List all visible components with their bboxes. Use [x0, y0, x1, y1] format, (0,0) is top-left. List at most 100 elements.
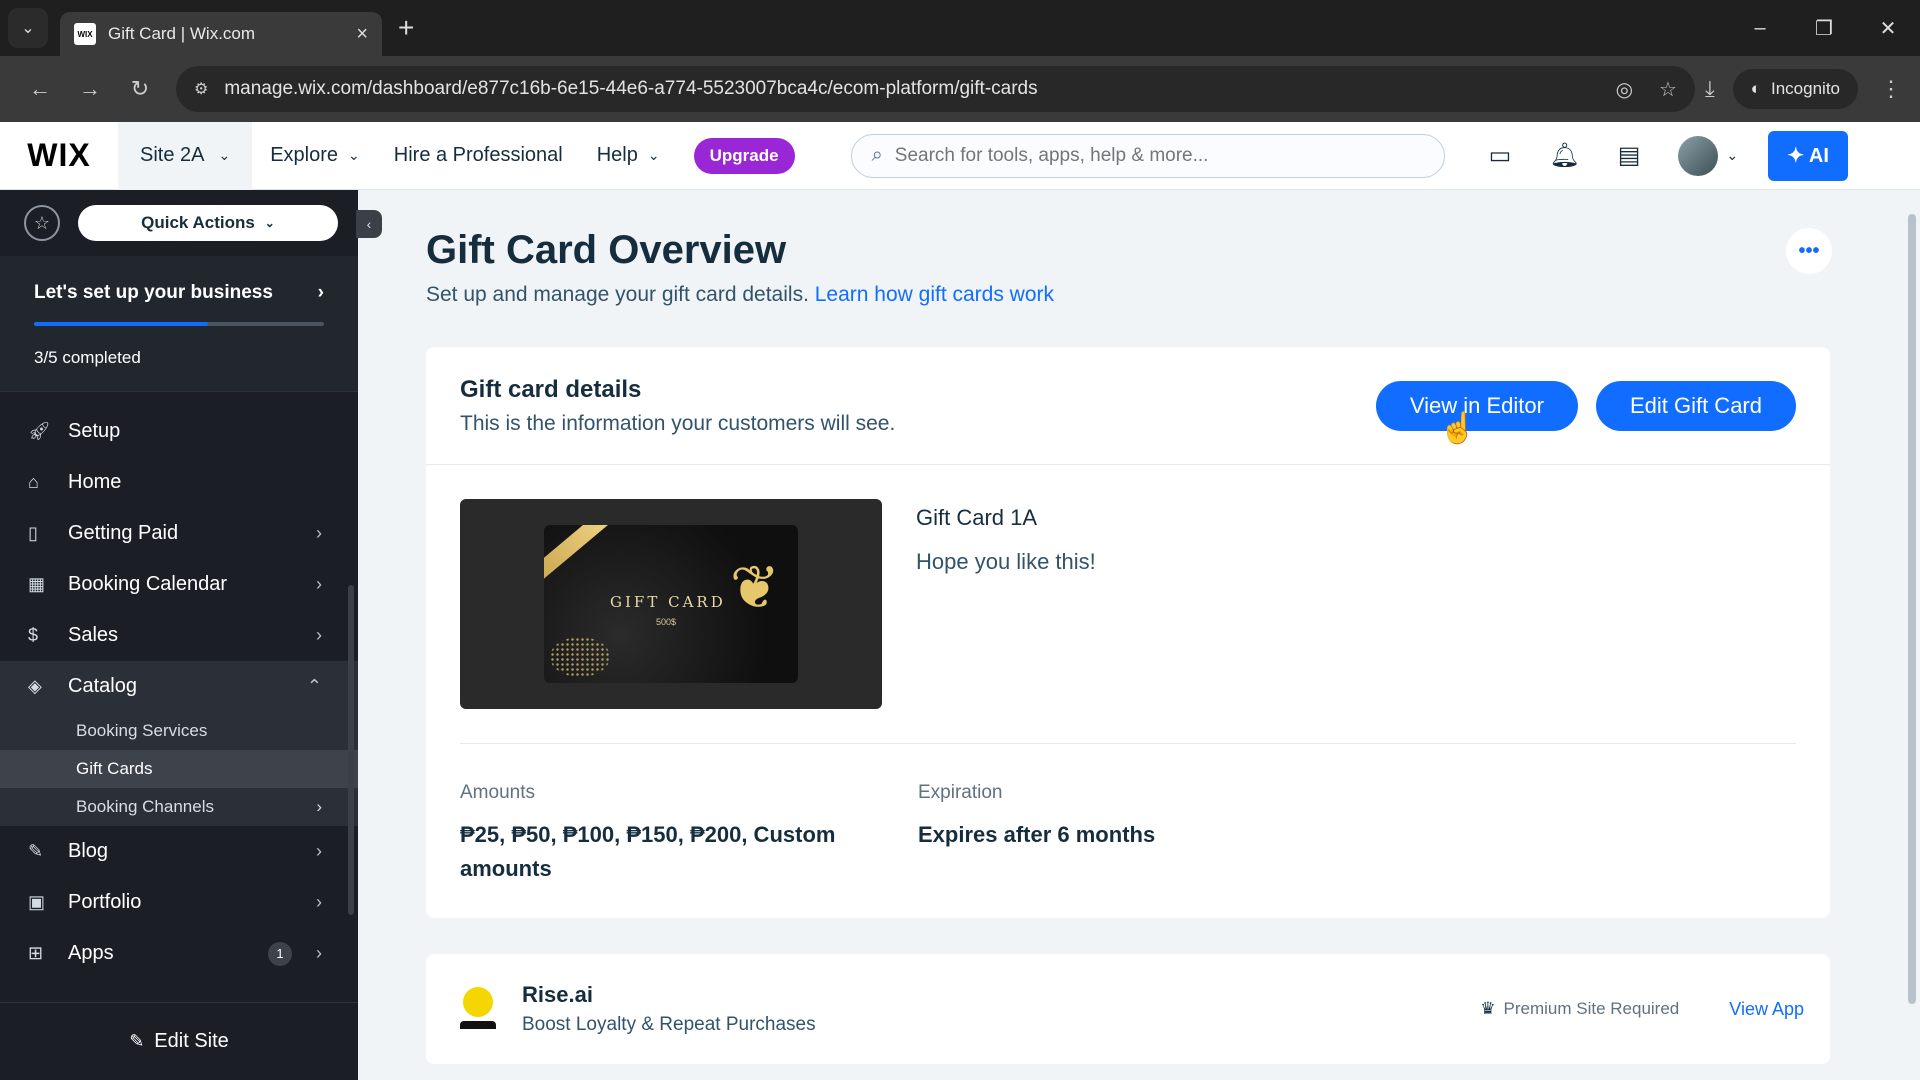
close-window-icon[interactable]: ✕: [1856, 16, 1920, 41]
amounts-label: Amounts: [460, 782, 535, 803]
expiration-label: Expiration: [918, 782, 1003, 803]
edit-gift-card-button[interactable]: Edit Gift Card: [1595, 380, 1796, 431]
sidebar-item-blog[interactable]: ✎ Blog ›: [0, 826, 358, 877]
app-promo-card: Rise.ai Boost Loyalty & Repeat Purchases…: [426, 954, 1830, 1064]
sidebar-item-home[interactable]: ⌂ Home: [0, 457, 358, 508]
sidebar-item-catalog[interactable]: ◈ Catalog ⌃: [0, 661, 358, 712]
quick-actions-label: Quick Actions: [141, 213, 255, 232]
sidebar: ☆ Quick Actions ⌄ ‹ Let's set up your bu…: [0, 190, 382, 1080]
sidebar-subitem-label: Booking Channels: [76, 797, 214, 816]
chevron-down-icon[interactable]: ⌄: [1726, 147, 1738, 164]
incognito-indicator[interactable]: ◐ Incognito: [1732, 69, 1858, 109]
upgrade-button[interactable]: Upgrade: [693, 137, 795, 174]
browser-menu-icon[interactable]: ⋮: [1880, 76, 1902, 102]
gift-card-preview: GIFT CARD 500$ ❦: [544, 525, 798, 683]
sidebar-item-booking-calendar[interactable]: ▦ Booking Calendar ›: [0, 559, 358, 610]
nav-hire-label: Hire a Professional: [393, 144, 563, 166]
chevron-down-icon: ⌄: [218, 147, 231, 163]
chevron-right-icon: ›: [316, 523, 322, 543]
pen-nib-icon: ✎: [28, 841, 44, 861]
learn-gift-cards-link[interactable]: Learn how gift cards work: [815, 283, 1054, 306]
restore-icon[interactable]: ❐: [1792, 16, 1856, 41]
gift-card-image: GIFT CARD 500$ ❦: [460, 499, 882, 709]
news-feed-icon[interactable]: ▤: [1618, 141, 1641, 170]
progress-fill: [34, 322, 208, 326]
rocket-icon: 🚀︎: [28, 421, 51, 441]
rise-ai-horizon: [460, 1021, 496, 1029]
chevron-right-icon: ›: [316, 841, 322, 861]
quick-actions-button[interactable]: Quick Actions ⌄: [78, 205, 338, 241]
ai-assistant-button[interactable]: ✦ AI: [1768, 130, 1849, 181]
setup-progress-block[interactable]: Let's set up your business › 3/5 complet…: [0, 256, 358, 392]
nav-explore[interactable]: Explore ⌄: [270, 144, 360, 167]
site-info-icon[interactable]: ⚙: [194, 79, 208, 99]
edit-site-button[interactable]: ✎ Edit Site: [0, 1002, 358, 1080]
sidebar-item-sales[interactable]: $ Sales ›: [0, 610, 358, 661]
wix-favicon-icon: WIX: [74, 23, 96, 45]
sidebar-scrollbar[interactable]: [348, 585, 354, 915]
browser-tab-strip: ⌄ WIX Gift Card | Wix.com × + – ❐ ✕: [0, 0, 1920, 56]
view-app-link[interactable]: View App: [1729, 999, 1804, 1020]
close-tab-icon[interactable]: ×: [356, 23, 368, 46]
bookmark-star-icon[interactable]: ☆: [1659, 77, 1677, 102]
address-bar[interactable]: ⚙ manage.wix.com/dashboard/e877c16b-6e15…: [176, 66, 1695, 112]
tab-title: Gift Card | Wix.com: [108, 24, 256, 43]
browser-toolbar: ← → ↻ ⚙ manage.wix.com/dashboard/e877c16…: [0, 56, 1920, 122]
browser-tab[interactable]: WIX Gift Card | Wix.com ×: [60, 12, 382, 56]
search-input[interactable]: [894, 144, 1424, 167]
edit-site-label: Edit Site: [154, 1030, 229, 1052]
view-in-editor-button[interactable]: View in Editor: [1375, 380, 1578, 431]
site-name: Site 2A: [140, 144, 205, 166]
apps-icon: ⊞: [28, 943, 44, 963]
messages-icon[interactable]: ▭: [1489, 141, 1512, 170]
sidebar-subitem-booking-services[interactable]: Booking Services: [0, 712, 358, 750]
url-text[interactable]: manage.wix.com/dashboard/e877c16b-6e15-4…: [224, 78, 1589, 100]
sidebar-item-getting-paid[interactable]: ▯ Getting Paid ›: [0, 508, 358, 559]
sidebar-item-portfolio[interactable]: ▣ Portfolio ›: [0, 877, 358, 928]
nav-help[interactable]: Help ⌄: [597, 144, 660, 167]
gift-card-message: Hope you like this!: [916, 549, 1096, 574]
new-tab-icon[interactable]: +: [398, 12, 414, 44]
nav-explore-label: Explore: [270, 144, 339, 166]
premium-required-label: Premium Site Required: [1503, 999, 1680, 1018]
chevron-down-icon: ⌄: [647, 147, 660, 163]
nav-hire-professional[interactable]: Hire a Professional: [394, 144, 563, 167]
notifications-bell-icon[interactable]: 🔔︎: [1549, 141, 1579, 170]
sidebar-subitem-gift-cards[interactable]: Gift Cards: [0, 750, 358, 788]
back-icon[interactable]: ←: [18, 76, 62, 102]
gift-card-name: Gift Card 1A: [916, 505, 1038, 530]
tag-icon: ◈: [28, 676, 42, 696]
favorites-star-icon[interactable]: ☆: [24, 205, 60, 241]
card-description: This is the information your customers w…: [460, 411, 896, 435]
reload-icon[interactable]: ↻: [118, 76, 162, 102]
eye-off-icon[interactable]: ◎: [1616, 77, 1633, 102]
minimize-icon[interactable]: –: [1728, 17, 1792, 40]
mouse-cursor-icon: ☝: [1439, 412, 1477, 445]
sidebar-subitem-booking-channels[interactable]: Booking Channels ›: [0, 788, 358, 826]
incognito-label: Incognito: [1771, 79, 1840, 98]
sidebar-item-apps[interactable]: ⊞ Apps 1 ›: [0, 928, 358, 979]
chevron-right-icon: ›: [316, 943, 322, 963]
wix-logo[interactable]: WIX: [0, 122, 118, 190]
apps-count-badge: 1: [268, 941, 292, 966]
more-actions-icon[interactable]: •••: [1786, 228, 1832, 274]
amounts-value: ₱25, ₱50, ₱100, ₱150, ₱200, Custom amoun…: [460, 822, 836, 881]
sidebar-item-setup[interactable]: 🚀︎ Setup: [0, 406, 358, 457]
search-box[interactable]: ⌕: [850, 133, 1445, 178]
site-selector[interactable]: Site 2A ⌄: [118, 121, 253, 190]
setup-title: Let's set up your business: [34, 282, 273, 303]
crown-icon: ♛: [1480, 999, 1496, 1018]
gift-card-details-card: Gift card details This is the informatio…: [426, 347, 1830, 918]
nav-help-label: Help: [596, 144, 638, 166]
avatar[interactable]: [1678, 135, 1719, 176]
app-description: Boost Loyalty & Repeat Purchases: [522, 1014, 816, 1035]
download-icon[interactable]: ⤓: [1705, 76, 1715, 102]
forward-icon[interactable]: →: [68, 76, 112, 102]
sidebar-item-label: Catalog: [68, 675, 137, 697]
page-subtitle: Set up and manage your gift card details…: [426, 283, 1830, 307]
sidebar-item-label: Sales: [68, 624, 119, 646]
chevron-right-icon: ›: [316, 892, 322, 912]
gold-dots-decoration: [550, 637, 610, 677]
main-scrollbar[interactable]: [1908, 214, 1916, 1004]
tab-search-button[interactable]: ⌄: [8, 8, 48, 48]
